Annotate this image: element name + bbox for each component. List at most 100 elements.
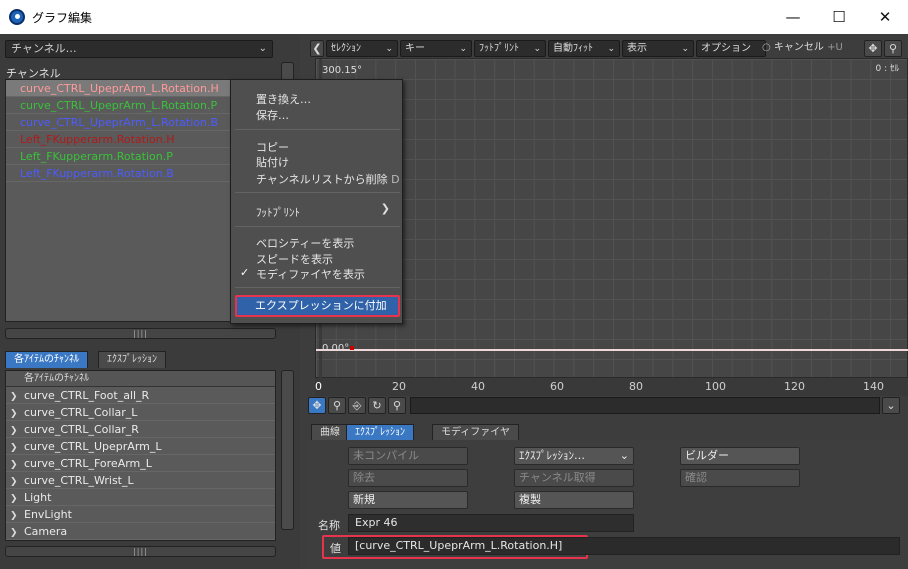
circle-icon: ○ <box>762 42 771 53</box>
move-icon[interactable]: ✥ <box>864 40 882 57</box>
chevron-down-icon[interactable]: ⌄ <box>882 397 900 414</box>
chevron-down-icon: ⌄ <box>681 44 689 54</box>
item-label: Light <box>24 491 52 504</box>
keyframe[interactable] <box>350 346 354 350</box>
item-label: curve_CTRL_ForeArm_L <box>24 457 152 470</box>
options-menu[interactable]: オプション <box>696 40 766 57</box>
list-item[interactable]: ❯ curve_CTRL_Foot_all_R <box>6 387 275 404</box>
new-button[interactable]: 新規 <box>348 491 468 509</box>
channel-label: curve_CTRL_UpeprArm_L.Rotation.B <box>20 116 219 129</box>
list-item[interactable]: ❯ curve_CTRL_Wrist_L <box>6 472 275 489</box>
tab-modifier[interactable]: モディファイヤ <box>432 424 519 441</box>
get-channel-button[interactable]: チャンネル取得 <box>514 469 634 487</box>
items-list: 各ｱｲﾃﾑのﾁｬﾝﾈﾙ ❯ curve_CTRL_Foot_all_R ❯ curv… <box>5 370 276 541</box>
close-button[interactable]: ✕ <box>862 0 908 34</box>
tab-expression[interactable]: ｴｸｽﾌﾟﾚｯｼｮﾝ <box>346 424 414 441</box>
menu-item-footprint[interactable]: ﾌｯﾄﾌﾟﾘﾝﾄ <box>256 204 300 220</box>
zoom-icon[interactable]: ⚲ <box>884 40 902 57</box>
uncompiled-button[interactable]: 未コンパイル <box>348 447 468 465</box>
stretch-icon[interactable]: ⎆ <box>348 397 366 414</box>
item-label: curve_CTRL_UpeprArm_L <box>24 440 162 453</box>
y-top-label: 300.15° <box>322 65 362 76</box>
corner-label: 0 : ｾﾙ <box>875 64 899 74</box>
key-menu[interactable]: キー ⌄ <box>400 40 472 57</box>
duplicate-button[interactable]: 複製 <box>514 491 634 509</box>
tick-label: 0 <box>315 380 322 393</box>
graph-canvas[interactable]: 300.15° 0 : ｾﾙ 0.00° <box>315 58 908 379</box>
display-label: 表示 <box>627 43 647 54</box>
graph-toolbar: ❮ ｾﾚｸｼｮﾝ ⌄ キー ⌄ ﾌｯﾄﾌﾟﾘﾝﾄ ⌄ 自動ﾌｨｯﾄ ⌄ 表示 ⌄ オプショ… <box>308 38 908 58</box>
item-label: curve_CTRL_Collar_L <box>24 406 138 419</box>
expression-dropdown[interactable]: ｴｸｽﾌﾟﾚｯｼｮﾝ… ⌄ <box>514 447 634 465</box>
menu-item-show-modifier[interactable]: モディファイヤを表示 <box>256 266 365 282</box>
app-icon <box>9 9 25 25</box>
value-label: 値 <box>330 542 341 555</box>
list-item[interactable]: ❯ Light <box>6 489 275 506</box>
minimize-button[interactable]: — <box>770 0 816 34</box>
chevron-left-icon[interactable]: ❮ <box>310 40 324 57</box>
tab-item-channels[interactable]: 各ｱｲﾃﾑのﾁｬﾝﾈﾙ <box>5 351 88 368</box>
value-field[interactable]: [curve_CTRL_UpeprArm_L.Rotation.H] <box>348 537 900 555</box>
channel-dropdown-label: チャンネル… <box>11 42 77 55</box>
cancel-button[interactable]: ○ キャンセル +U <box>758 40 844 57</box>
menu-item-paste[interactable]: 貼付け <box>256 154 289 170</box>
menu-divider <box>235 226 400 227</box>
tick-label: 120 <box>784 380 805 393</box>
name-field[interactable]: Expr 46 <box>348 514 634 532</box>
menu-item-show-velocity[interactable]: ベロシティーを表示 <box>256 235 354 251</box>
menu-item-copy[interactable]: コピー <box>256 139 289 155</box>
menu-divider <box>235 129 400 130</box>
channel-label: curve_CTRL_UpeprArm_L.Rotation.P <box>20 99 218 112</box>
cancel-shortcut: +U <box>827 42 843 53</box>
tick-label: 60 <box>550 380 564 393</box>
list-item[interactable]: ❯ EnvLight <box>6 506 275 523</box>
tick-label: 140 <box>863 380 884 393</box>
footprint-menu[interactable]: ﾌｯﾄﾌﾟﾘﾝﾄ ⌄ <box>474 40 546 57</box>
menu-item-replace[interactable]: 置き換え… <box>256 91 311 107</box>
channel-dropdown[interactable]: チャンネル… ⌄ <box>5 40 273 58</box>
selection-menu[interactable]: ｾﾚｸｼｮﾝ ⌄ <box>326 40 398 57</box>
menu-item-save[interactable]: 保存… <box>256 107 289 123</box>
items-scrollbar[interactable] <box>281 370 294 530</box>
autofit-menu[interactable]: 自動ﾌｨｯﾄ ⌄ <box>548 40 620 57</box>
frame-ruler[interactable]: 0 20 40 60 80 100 120 140 <box>315 378 908 396</box>
tab-expressions[interactable]: ｴｸｽﾌﾟﾚｯｼｮﾝ <box>98 351 166 368</box>
y-zero-label: 0.00° <box>322 343 350 354</box>
curve-line[interactable] <box>316 349 908 351</box>
maximize-button[interactable]: ☐ <box>816 0 862 34</box>
menu-divider <box>235 287 400 288</box>
move-tool-icon[interactable]: ✥ <box>308 397 326 414</box>
graph-tools-field[interactable] <box>410 397 880 414</box>
tick-label: 80 <box>629 380 643 393</box>
item-tabs: 各ｱｲﾃﾑのﾁｬﾝﾈﾙ ｴｸｽﾌﾟﾚｯｼｮﾝ <box>5 351 276 368</box>
display-menu[interactable]: 表示 ⌄ <box>622 40 694 57</box>
confirm-button[interactable]: 確認 <box>680 469 800 487</box>
menu-divider <box>235 192 400 193</box>
tick-label: 20 <box>392 380 406 393</box>
item-label: curve_CTRL_Collar_R <box>24 423 139 436</box>
list-item[interactable]: ❯ curve_CTRL_UpeprArm_L <box>6 438 275 455</box>
list-item[interactable]: ❯ curve_CTRL_Collar_L <box>6 404 275 421</box>
channel-list-hscrollbar[interactable]: |||| <box>5 328 276 339</box>
menu-item-attach-expression[interactable]: エクスプレッションに付加 <box>235 295 400 317</box>
autofit-label: 自動ﾌｨｯﾄ <box>553 43 593 54</box>
remove-button[interactable]: 除去 <box>348 469 468 487</box>
selection-label: ｾﾚｸｼｮﾝ <box>331 43 361 54</box>
roll-icon[interactable]: ↻ <box>368 397 386 414</box>
bottom-tabs: 曲線 ｴｸｽﾌﾟﾚｯｼｮﾝ モディファイヤ <box>311 424 611 441</box>
items-hscrollbar[interactable]: |||| <box>5 546 276 557</box>
add-key-icon[interactable]: ⚲ <box>328 397 346 414</box>
tick-label: 100 <box>705 380 726 393</box>
menu-item-show-speed[interactable]: スピードを表示 <box>256 251 333 267</box>
list-item[interactable]: ❯ curve_CTRL_ForeArm_L <box>6 455 275 472</box>
list-item[interactable]: ❯ Camera <box>6 523 275 540</box>
zoom-tool-icon[interactable]: ⚲ <box>388 397 406 414</box>
item-label: curve_CTRL_Foot_all_R <box>24 389 150 402</box>
list-item[interactable]: ❯ curve_CTRL_Collar_R <box>6 421 275 438</box>
tab-curve[interactable]: 曲線 <box>311 424 349 441</box>
builder-button[interactable]: ビルダー <box>680 447 800 465</box>
chevron-down-icon: ⌄ <box>385 44 393 54</box>
chevron-right-icon: ❯ <box>10 528 18 538</box>
channel-label: Left_FKupperarm.Rotation.H <box>20 133 175 146</box>
menu-item-remove[interactable]: チャンネルリストから削除 D <box>256 171 400 187</box>
